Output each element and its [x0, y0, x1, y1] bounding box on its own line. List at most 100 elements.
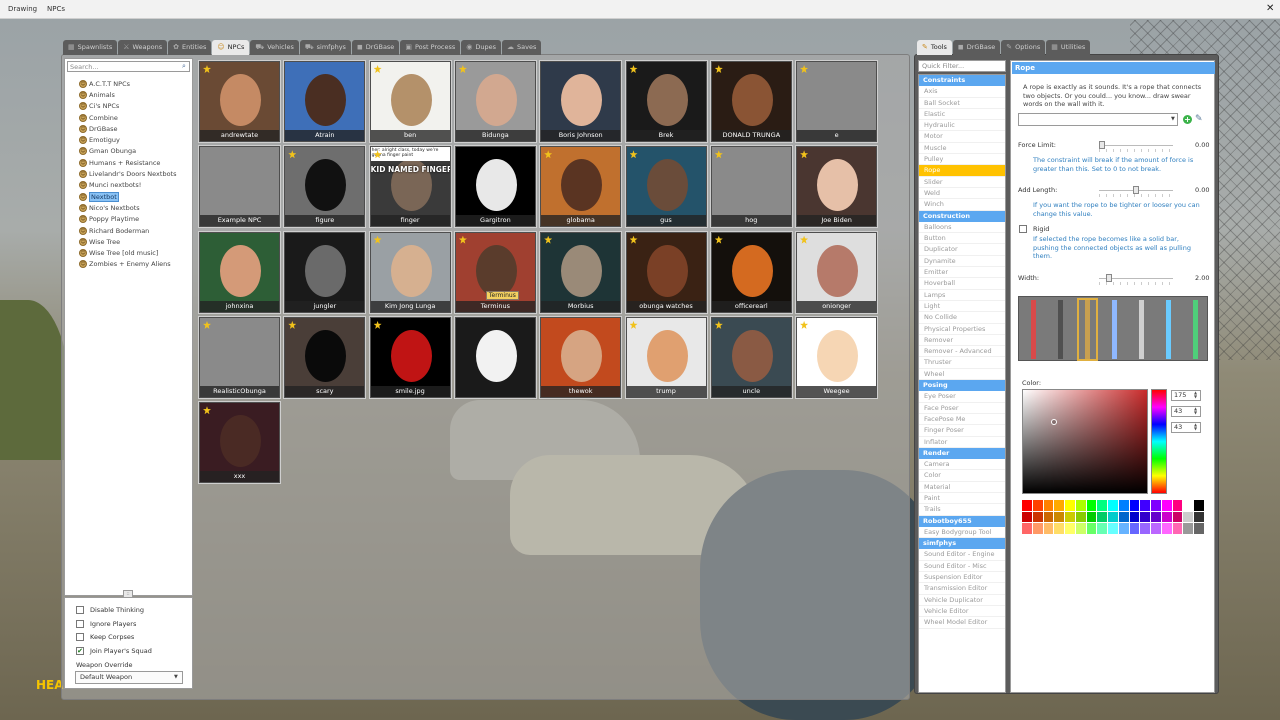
rope-material-swatch[interactable] [1025, 300, 1042, 359]
npc-card[interactable]: her: alright class, today we're gonna fi… [368, 145, 452, 229]
npc-card[interactable]: andrewtate [198, 60, 281, 143]
palette-swatch[interactable] [1043, 523, 1054, 534]
tab-utilities[interactable]: ▦ Utilities [1046, 40, 1091, 55]
wrench-icon[interactable]: ✎ [1195, 114, 1203, 124]
red-input[interactable]: 175 ▲ ▼ [1171, 390, 1201, 401]
npc-card[interactable]: Weegee [795, 315, 879, 399]
palette-swatch[interactable] [1022, 500, 1032, 511]
tab-spawnlists[interactable]: ▦ Spawnlists [63, 40, 118, 55]
npc-card[interactable]: globama [539, 145, 623, 229]
npc-card[interactable]: thewok [539, 315, 623, 399]
npc-card[interactable]: ben [368, 60, 452, 143]
tool-item[interactable]: Motor [919, 131, 1005, 143]
palette-swatch[interactable] [1161, 511, 1172, 523]
tool-item[interactable]: Vehicle Duplicator [919, 595, 1005, 606]
tool-item[interactable]: Slider [919, 177, 1005, 188]
spinner-icon[interactable]: ▲ ▼ [1194, 407, 1197, 415]
keep-corpses-checkbox[interactable] [76, 633, 84, 641]
quick-filter-input[interactable]: Quick Filter... [918, 60, 1006, 72]
palette-swatch[interactable] [1172, 523, 1183, 534]
category-item[interactable]: ☺ Munci nextbots! [79, 180, 191, 191]
tool-item[interactable]: Material [919, 482, 1005, 493]
tool-item[interactable]: Suspension Editor [919, 572, 1005, 584]
tool-item[interactable]: FacePose Me [919, 414, 1005, 426]
tab-options[interactable]: ✎ Options [1001, 40, 1046, 55]
npc-card[interactable]: figure [283, 145, 367, 229]
category-item[interactable]: ☺ Animals [79, 89, 191, 100]
blue-input[interactable]: 43 ▲ ▼ [1171, 422, 1201, 433]
option-row[interactable]: ✔ Join Player's Squad [76, 646, 152, 655]
tool-item[interactable]: Ball Socket [919, 98, 1005, 109]
rope-preset-select[interactable]: ▼ [1018, 113, 1178, 126]
palette-swatch[interactable] [1129, 500, 1140, 511]
palette-swatch[interactable] [1065, 511, 1075, 523]
npc-card[interactable]: uncle [709, 315, 793, 399]
tool-item[interactable]: Axis [919, 86, 1005, 98]
color-picker-square[interactable] [1022, 389, 1148, 494]
palette-swatch[interactable] [1032, 500, 1043, 511]
tool-item[interactable]: Remover [919, 335, 1005, 347]
tab-vehicles[interactable]: ⛟ Vehicles [250, 40, 299, 55]
palette-swatch[interactable] [1086, 511, 1097, 523]
npc-card[interactable]: Atrain [283, 60, 367, 143]
category-item[interactable]: ☺ DrGBase [79, 123, 191, 134]
tab-simfphys[interactable]: ⛟ simfphys [299, 40, 351, 55]
palette-swatch[interactable] [1022, 523, 1032, 534]
option-row[interactable]: Ignore Players [76, 619, 136, 628]
close-icon[interactable]: ✕ [1266, 3, 1274, 14]
palette-swatch[interactable] [1183, 523, 1194, 534]
npc-card[interactable]: Joe Biden [795, 145, 879, 229]
tab-weapons[interactable]: ⚔ Weapons [118, 40, 168, 55]
tab-drgbase[interactable]: ◼ DrGBase [952, 40, 1001, 55]
category-item[interactable]: ☺ Nico's Nextbots [79, 202, 191, 213]
npc-card[interactable]: obunga watches [624, 230, 708, 314]
tab-saves[interactable]: ☁ Saves [502, 40, 542, 55]
palette-swatch[interactable] [1172, 500, 1183, 511]
palette-swatch[interactable] [1194, 500, 1204, 511]
npc-card[interactable]: johnxina [198, 230, 281, 314]
tool-category-header[interactable]: Posing [919, 380, 1005, 392]
tool-item[interactable]: No Collide [919, 312, 1005, 324]
palette-swatch[interactable] [1161, 500, 1172, 511]
tool-item[interactable]: Elastic [919, 109, 1005, 121]
palette-swatch[interactable] [1151, 511, 1161, 523]
tool-item[interactable]: Balloons [919, 222, 1005, 234]
tool-item[interactable]: Muscle [919, 143, 1005, 155]
palette-swatch[interactable] [1108, 523, 1118, 534]
tool-item[interactable]: Finger Poser [919, 425, 1005, 437]
tool-item[interactable]: Physical Properties [919, 324, 1005, 335]
category-item[interactable]: ☺ Ci's NPCs [79, 101, 191, 112]
tool-item[interactable]: Pulley [919, 154, 1005, 166]
npc-card[interactable]: officerearl [709, 230, 793, 314]
npc-card[interactable]: jungler [283, 230, 367, 314]
tool-item[interactable]: Emitter [919, 267, 1005, 279]
palette-swatch[interactable] [1108, 511, 1118, 523]
category-item[interactable]: ☺ A.C.T.T NPCs [79, 78, 191, 89]
tab-tools[interactable]: ✎ Tools [917, 40, 952, 55]
add-preset-icon[interactable]: + [1183, 115, 1192, 124]
join-player-s-squad-checkbox[interactable]: ✔ [76, 646, 84, 655]
tool-item[interactable]: Weld [919, 188, 1005, 200]
palette-swatch[interactable] [1140, 500, 1151, 511]
tool-item[interactable]: Light [919, 301, 1005, 313]
palette-swatch[interactable] [1129, 511, 1140, 523]
category-item[interactable]: ☺ Poppy Playtime [79, 214, 191, 225]
palette-swatch[interactable] [1161, 523, 1172, 534]
category-item[interactable]: ☺ Richard Boderman [79, 225, 191, 236]
palette-swatch[interactable] [1108, 500, 1118, 511]
tool-item[interactable]: Trails [919, 504, 1005, 516]
npc-card[interactable]: DONALD TRUNGA [709, 60, 793, 143]
palette-swatch[interactable] [1118, 523, 1129, 534]
rope-material-swatch[interactable] [1133, 300, 1150, 359]
rope-material-swatch[interactable] [1077, 298, 1098, 361]
rope-material-swatch[interactable] [1160, 300, 1177, 359]
category-item[interactable]: ☺ Humans + Resistance [79, 157, 191, 168]
tool-category-header[interactable]: simfphys [919, 538, 1005, 550]
palette-swatch[interactable] [1183, 511, 1194, 523]
palette-swatch[interactable] [1097, 523, 1108, 534]
category-item[interactable]: ☺ Wise Tree [old music] [79, 247, 191, 258]
npc-card[interactable]: xxx [198, 401, 281, 485]
tool-item[interactable]: Eye Poser [919, 391, 1005, 403]
category-item[interactable]: ☺ Gman Obunga [79, 146, 191, 157]
npc-card[interactable]: scary [283, 315, 367, 399]
